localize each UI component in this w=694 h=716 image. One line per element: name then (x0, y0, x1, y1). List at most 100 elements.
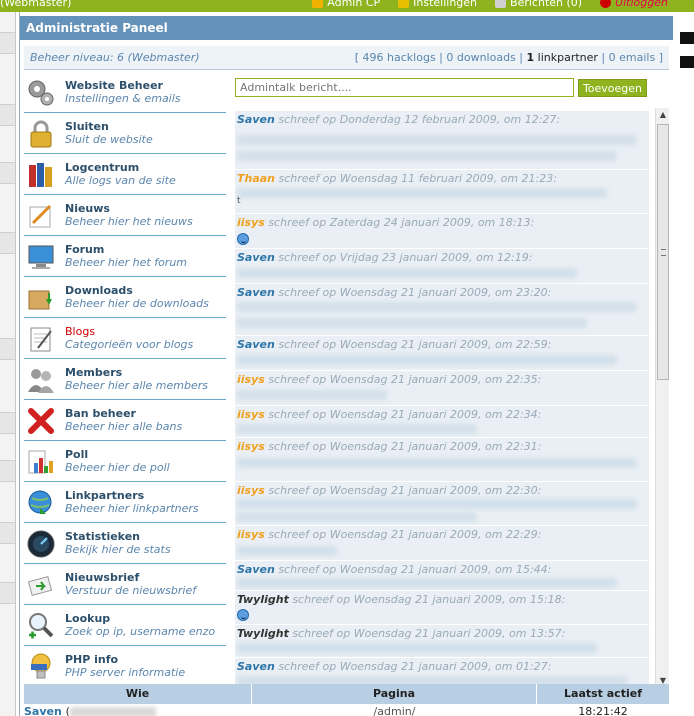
menu-item-lookup[interactable]: Lookup Zoek op ip, username enzo (24, 605, 226, 646)
message-author[interactable]: iisys (237, 373, 265, 386)
linkpartner-link[interactable]: linkpartner (538, 51, 598, 64)
menu-item-nieuwsbrief[interactable]: Nieuwsbrief Verstuur de nieuwsbrief (24, 564, 226, 605)
downloads-link[interactable]: 0 downloads (446, 51, 515, 64)
menu-item-logcentrum[interactable]: Logcentrum Alle logs van de site (24, 154, 226, 195)
chat-scrollbar[interactable]: ▲ ▼ (655, 108, 669, 688)
menu-item-blogs[interactable]: Blogs Categorieën voor blogs (24, 318, 226, 359)
menu-item-subtitle: Instellingen & emails (65, 92, 181, 105)
menu-item-title: Blogs (65, 325, 96, 338)
menu-item-website-beheer[interactable]: Website Beheer Instellingen & emails (24, 72, 226, 113)
top-links: Admin CP Instellingen Berichten (0) Uitl… (312, 0, 668, 9)
message-meta: schreef op Woensdag 21 januari 2009, om … (268, 408, 542, 421)
message-meta: schreef op Woensdag 21 januari 2009, om … (278, 660, 552, 673)
menu-item-title: Forum (65, 243, 105, 256)
menu-item-title: Logcentrum (65, 161, 140, 174)
chat-message: iisys schreef op Woensdag 21 januari 200… (235, 371, 649, 406)
online-user-link[interactable]: Saven (24, 705, 62, 716)
chat-messages: Saven schreef op Donderdag 12 februari 2… (235, 111, 649, 688)
menu-item-members[interactable]: Members Beheer hier alle members (24, 359, 226, 400)
message-author[interactable]: Thaan (237, 172, 275, 185)
poll-chart-icon (28, 450, 53, 474)
message-author[interactable]: Twylight (237, 627, 289, 640)
message-author[interactable]: Saven (237, 338, 275, 351)
messages-icon (495, 0, 507, 8)
message-meta: schreef op Vrijdag 23 januari 2009, om 1… (278, 251, 533, 264)
menu-item-subtitle: Beheer hier alle members (65, 379, 208, 392)
menu-item-php-info[interactable]: PHP info PHP server informatie (24, 646, 226, 687)
news-icon (29, 204, 52, 228)
menu-item-title: Lookup (65, 612, 111, 625)
admintalk-chat: Toevoegen Saven schreef op Donderdag 12 … (235, 78, 671, 688)
menu-item-forum[interactable]: Forum Beheer hier het forum (24, 236, 226, 277)
menu-item-subtitle: Alle logs van de site (65, 174, 176, 187)
hacklogs-link[interactable]: 496 hacklogs (363, 51, 436, 64)
logout-icon (600, 0, 612, 8)
menu-item-title: Nieuwsbrief (65, 571, 140, 584)
menu-item-subtitle: Beheer hier het forum (65, 256, 188, 269)
toevoegen-button[interactable]: Toevoegen (578, 79, 647, 97)
online-table-header: Wie Pagina Laatst actief (24, 684, 669, 704)
menu-item-title: Linkpartners (65, 489, 145, 502)
message-author[interactable]: iisys (237, 528, 265, 541)
menu-item-sluiten[interactable]: Sluiten Sluit de website (24, 113, 226, 154)
message-author[interactable]: Twylight (237, 593, 289, 606)
chat-message: iisys schreef op Woensdag 21 januari 200… (235, 526, 649, 561)
menu-item-downloads[interactable]: Downloads Beheer hier de downloads (24, 277, 226, 318)
menu-item-subtitle: Beheer hier het nieuws (65, 215, 193, 228)
message-meta: schreef op Woensdag 21 januari 2009, om … (292, 593, 566, 606)
level-bar: Beheer niveau: 6 (Webmaster) [ 496 hackl… (24, 46, 669, 70)
panel-title: Administratie Paneel (20, 16, 673, 40)
logout-link[interactable]: Uitloggen (600, 0, 668, 9)
message-meta: schreef op Woensdag 21 januari 2009, om … (278, 338, 552, 351)
message-meta: schreef op Woensdag 11 februari 2009, om… (278, 172, 557, 185)
globe-link-icon (28, 490, 52, 514)
menu-item-subtitle: Beheer hier linkpartners (65, 502, 199, 515)
message-author[interactable]: iisys (237, 440, 265, 453)
settings-link[interactable]: Instellingen (398, 0, 477, 9)
menu-item-poll[interactable]: Poll Beheer hier de poll (24, 441, 226, 482)
menu-item-ban-beheer[interactable]: Ban beheer Beheer hier alle bans (24, 400, 226, 441)
right-edge-block (680, 56, 694, 68)
message-meta: schreef op Woensdag 21 januari 2009, om … (278, 563, 552, 576)
right-edge-block (680, 32, 694, 44)
admin-cp-link[interactable]: Admin CP (312, 0, 380, 9)
left-strip-tab (0, 32, 15, 54)
left-frame-strip (0, 12, 16, 716)
settings-icon (398, 0, 410, 8)
emails-link[interactable]: 0 emails (609, 51, 656, 64)
message-author[interactable]: Saven (237, 286, 275, 299)
top-bar: (Webmaster) Admin CP Instellingen Berich… (0, 0, 694, 12)
menu-item-linkpartners[interactable]: Linkpartners Beheer hier linkpartners (24, 482, 226, 523)
chat-message: Twylight schreef op Woensdag 21 januari … (235, 625, 649, 658)
message-author[interactable]: Saven (237, 251, 275, 264)
lock-icon (30, 120, 52, 148)
message-meta: schreef op Donderdag 12 februari 2009, o… (278, 113, 561, 126)
newsletter-icon (27, 576, 53, 596)
menu-item-nieuws[interactable]: Nieuws Beheer hier het nieuws (24, 195, 226, 236)
admintalk-input[interactable] (235, 78, 574, 97)
session-level: (Webmaster) (0, 0, 72, 9)
ban-icon (28, 408, 54, 434)
message-meta: schreef op Woensdag 21 januari 2009, om … (268, 528, 542, 541)
scroll-thumb[interactable] (657, 124, 669, 380)
menu-item-statistieken[interactable]: Statistieken Bekijk hier de stats (24, 523, 226, 564)
message-author[interactable]: iisys (237, 484, 265, 497)
left-strip-tab (0, 232, 15, 254)
left-strip-tab (0, 162, 15, 184)
chat-message: iisys schreef op Woensdag 21 januari 200… (235, 438, 649, 482)
message-author[interactable]: iisys (237, 408, 265, 421)
menu-item-title: Ban beheer (65, 407, 136, 420)
menu-item-subtitle: Zoek op ip, username enzo (65, 625, 216, 638)
message-author[interactable]: Saven (237, 113, 275, 126)
message-author[interactable]: iisys (237, 216, 265, 229)
message-meta: schreef op Woensdag 21 januari 2009, om … (268, 440, 542, 453)
chat-message: Saven schreef op Woensdag 21 januari 200… (235, 284, 649, 336)
message-author[interactable]: Saven (237, 660, 275, 673)
message-author[interactable]: Saven (237, 563, 275, 576)
box-download-icon (28, 290, 52, 310)
messages-link[interactable]: Berichten (0) (495, 0, 582, 9)
scroll-up-arrow-icon[interactable]: ▲ (656, 108, 670, 122)
menu-item-subtitle: Categorieën voor blogs (65, 338, 194, 351)
notepad-icon (30, 327, 52, 352)
menu-item-title: PHP info (65, 653, 119, 666)
